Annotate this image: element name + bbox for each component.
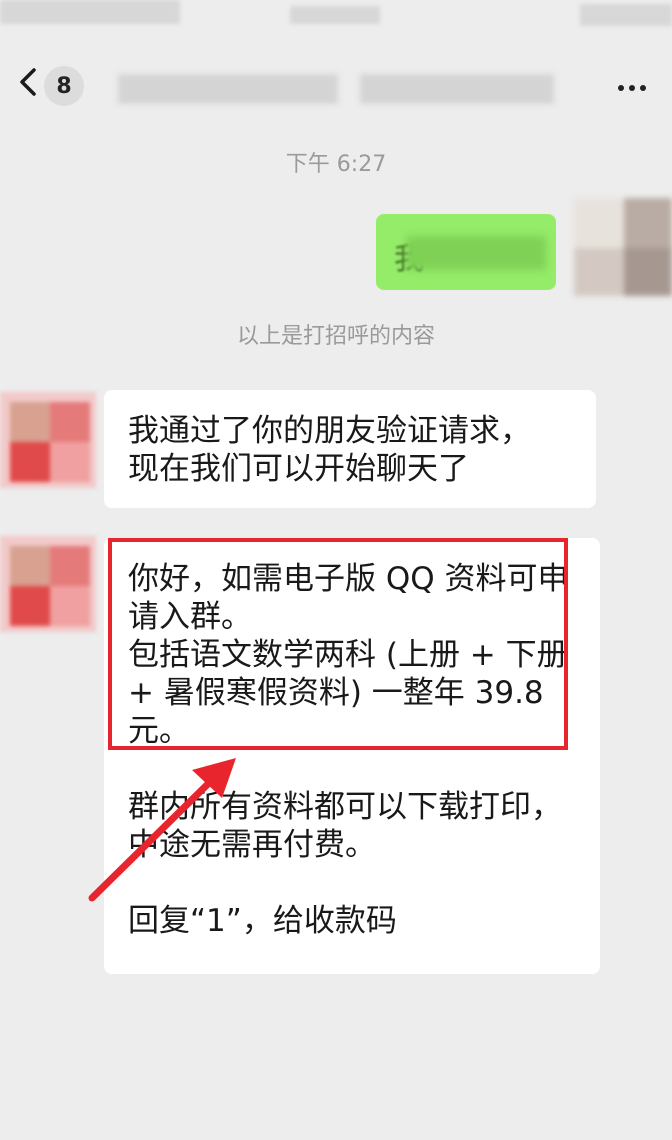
contact-avatar[interactable] xyxy=(0,392,96,488)
message-text-part3: 回复“1”，给收款码 xyxy=(128,903,397,939)
contact-name-blurred xyxy=(118,74,338,104)
system-note: 以上是打招呼的内容 xyxy=(236,324,435,349)
status-bar xyxy=(0,0,672,30)
contact-name-blurred-2 xyxy=(360,74,554,104)
more-dots-icon[interactable] xyxy=(612,78,652,98)
status-blur-right xyxy=(580,4,672,26)
outgoing-message-blurred-text xyxy=(406,236,546,270)
chat-header: 8 xyxy=(0,30,672,130)
incoming-message-bubble[interactable]: 我通过了你的朋友验证请求， 现在我们可以开始聊天了 xyxy=(104,390,596,508)
message-text-part2: 群内所有资料都可以下载打印， 中途无需再付费。 xyxy=(128,789,562,863)
my-avatar[interactable] xyxy=(574,198,672,296)
message-timestamp: 下午 6:27 xyxy=(285,152,387,177)
status-blur-left xyxy=(0,0,180,24)
contact-avatar-2[interactable] xyxy=(0,536,96,632)
outgoing-message-bubble[interactable]: 我 xyxy=(376,214,556,290)
message-text: 我通过了你的朋友验证请求， 现在我们可以开始聊天了 xyxy=(128,413,531,487)
message-text-part1: 你好，如需电子版 QQ 资料可申 请入群。 包括语文数学两科 (上册 + 下册 … xyxy=(128,561,569,749)
unread-count-badge[interactable]: 8 xyxy=(44,66,84,106)
status-blur-center xyxy=(290,6,380,24)
incoming-message-bubble-2[interactable]: 你好，如需电子版 QQ 资料可申 请入群。 包括语文数学两科 (上册 + 下册 … xyxy=(104,538,600,974)
